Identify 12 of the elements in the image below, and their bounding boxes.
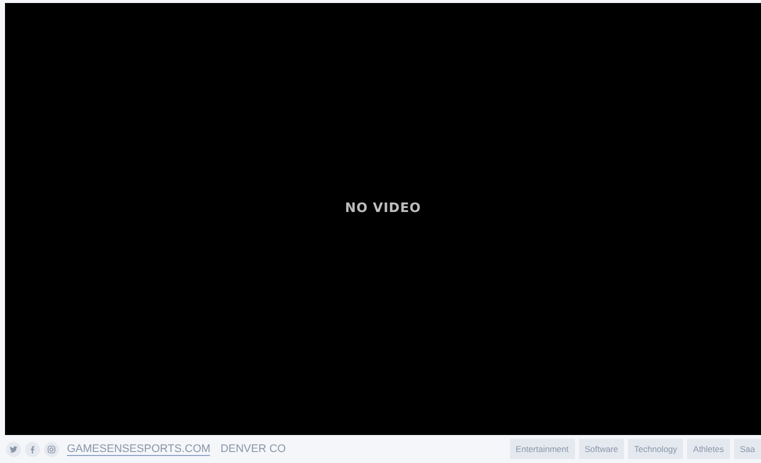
category-tag[interactable]: Entertainment	[510, 439, 575, 459]
video-player[interactable]: NO VIDEO	[5, 3, 761, 435]
location-text: DENVER CO	[220, 443, 286, 455]
category-tag[interactable]: Saa	[734, 439, 761, 459]
category-tag[interactable]: Software	[578, 439, 624, 459]
no-video-message: NO VIDEO	[344, 200, 422, 216]
facebook-icon[interactable]	[25, 442, 40, 456]
camera-icon[interactable]	[44, 442, 59, 456]
category-tag[interactable]: Athletes	[687, 439, 730, 459]
website-link[interactable]: GAMESENSESPORTS.COM	[67, 442, 210, 456]
category-tag[interactable]: Technology	[628, 439, 684, 459]
bird-icon[interactable]	[6, 442, 21, 456]
